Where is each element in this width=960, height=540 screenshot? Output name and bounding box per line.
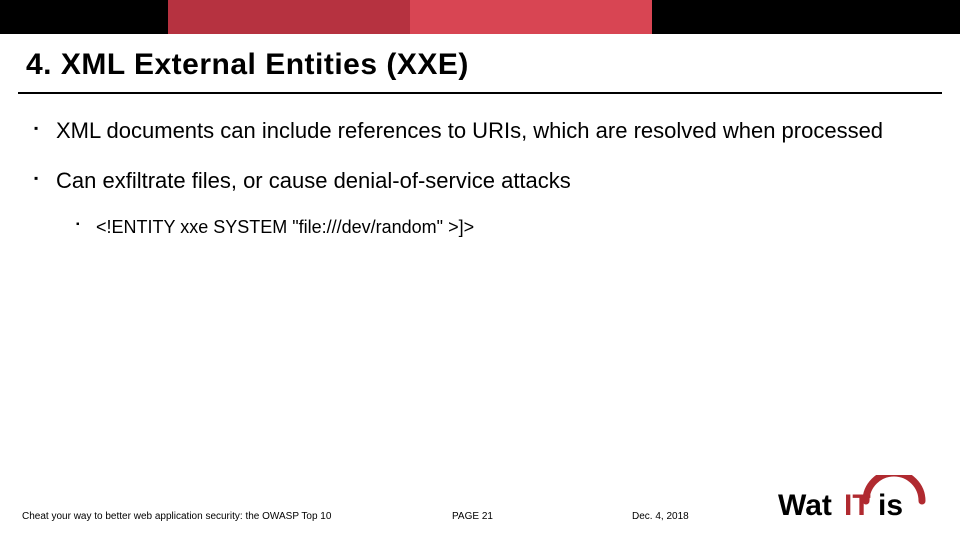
slide-footer: Cheat your way to better web application… [0, 511, 960, 522]
header-seg-black-right [652, 0, 960, 34]
bullet-item: Can exfiltrate files, or cause denial-of… [34, 166, 920, 240]
header-color-bar [0, 0, 960, 34]
bullet-text: Can exfiltrate files, or cause denial-of… [56, 168, 571, 193]
bullet-item: XML documents can include references to … [34, 116, 920, 146]
bullet-text: XML documents can include references to … [56, 118, 883, 143]
header-seg-black-left [0, 0, 168, 34]
logo-text-is: is [878, 489, 903, 522]
header-seg-dark-red [168, 0, 410, 34]
slide-title: 4. XML External Entities (XXE) [0, 34, 960, 82]
slide-content: XML documents can include references to … [0, 94, 960, 240]
logo-svg: Wat IT is [778, 475, 938, 525]
footer-date: Dec. 4, 2018 [632, 511, 752, 522]
logo-text-wat: Wat [778, 489, 832, 522]
logo-text-it: IT [844, 489, 871, 522]
footer-page-number: PAGE 21 [452, 511, 632, 522]
header-seg-light-red [410, 0, 652, 34]
footer-presentation-title: Cheat your way to better web application… [22, 511, 452, 522]
watitis-logo: Wat IT is [778, 475, 938, 528]
sub-bullet-item: <!ENTITY xxe SYSTEM "file:///dev/random"… [76, 215, 920, 239]
sub-bullet-text: <!ENTITY xxe SYSTEM "file:///dev/random"… [96, 217, 474, 237]
